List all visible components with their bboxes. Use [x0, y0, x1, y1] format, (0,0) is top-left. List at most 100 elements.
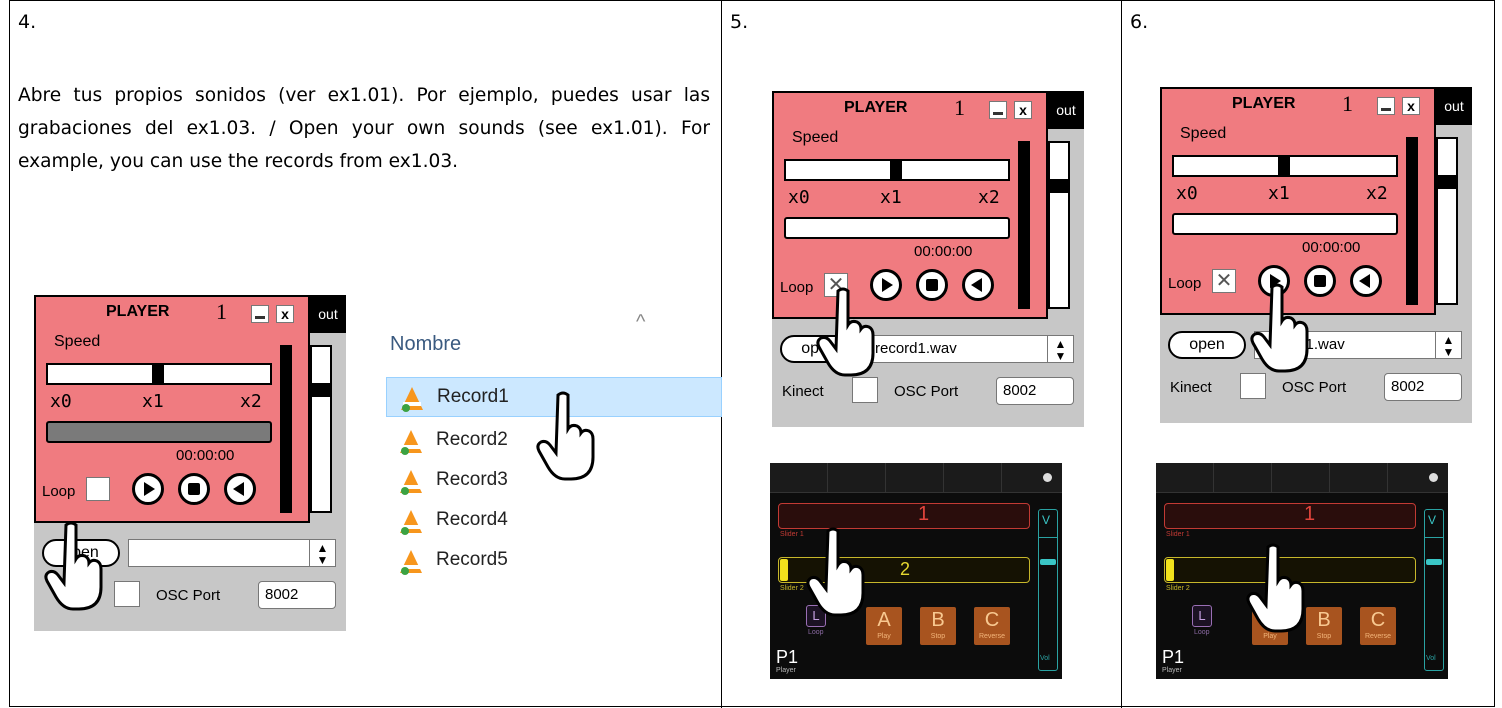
file-browser: ^ Nombre Record1 Record2 Record3 Record4… [386, 297, 722, 597]
vlc-cone-icon [401, 387, 423, 412]
slider-2-thumb[interactable] [1166, 559, 1174, 581]
minimize-button[interactable] [989, 101, 1007, 119]
reverse-button[interactable] [1350, 265, 1382, 297]
close-button[interactable]: x [1402, 97, 1420, 115]
file-selector[interactable]: ▲ ▼ [128, 539, 336, 567]
menu-dot-icon[interactable] [1429, 473, 1438, 482]
reverse-button[interactable] [224, 473, 256, 505]
speed-slider[interactable] [784, 159, 1010, 181]
reverse-pad[interactable]: C Reverse [1360, 607, 1396, 645]
minimize-button[interactable] [251, 305, 269, 323]
loop-label: Loop [1168, 275, 1202, 292]
volume-fader[interactable] [1038, 509, 1058, 671]
spinner-icon[interactable]: ▲ ▼ [1435, 332, 1461, 358]
osc-port-field[interactable]: 8002 [996, 377, 1074, 405]
volume-knob[interactable] [1438, 175, 1456, 189]
volume-fader[interactable] [1424, 509, 1444, 671]
speed-slider-thumb[interactable] [890, 159, 902, 181]
list-item[interactable]: Record5 [386, 541, 722, 581]
kinect-checkbox[interactable] [1240, 373, 1266, 399]
tab[interactable] [1214, 463, 1272, 493]
pad-letter: B [1317, 609, 1331, 631]
volume-knob[interactable] [312, 383, 330, 397]
level-meter [1406, 137, 1418, 305]
slider-2-label: Slider 2 [1166, 585, 1190, 592]
step-5-cell: 5. PLAYER 1 x Speed x0 x1 x2 00:00:00 Lo… [722, 1, 1122, 708]
file-name: Record2 [436, 429, 508, 450]
tab[interactable] [1156, 463, 1214, 493]
open-button[interactable]: open [1168, 331, 1246, 359]
menu-dot-icon[interactable] [1043, 473, 1052, 482]
loop-toggle[interactable]: L [1192, 605, 1212, 627]
step-4-cell: 4. Abre tus propios sonidos (ver ex1.01)… [10, 1, 722, 708]
play-icon [882, 278, 893, 292]
sort-caret-icon[interactable]: ^ [636, 311, 645, 334]
stop-pad[interactable]: B Stop [920, 607, 956, 645]
pad-letter: A [877, 609, 891, 631]
spinner-icon[interactable]: ▲ ▼ [1047, 336, 1073, 362]
level-meter [280, 345, 292, 513]
position-bar[interactable] [1172, 213, 1398, 235]
play-button[interactable] [132, 473, 164, 505]
osc-port-field[interactable]: 8002 [258, 581, 336, 609]
pointer-hand-icon [1250, 283, 1309, 373]
speed-min-label: x0 [788, 187, 810, 208]
volume-slider[interactable] [1436, 137, 1458, 305]
close-button[interactable]: x [1014, 101, 1032, 119]
volume-fader-knob[interactable] [1426, 559, 1442, 565]
tab[interactable] [944, 463, 1002, 493]
slider-1[interactable] [778, 503, 1030, 529]
stop-pad[interactable]: B Stop [1306, 607, 1342, 645]
kinect-checkbox[interactable] [852, 377, 878, 403]
loop-checkbox[interactable] [86, 477, 110, 501]
name-column-header[interactable]: Nombre [390, 333, 461, 356]
tab[interactable] [886, 463, 944, 493]
speed-slider-thumb[interactable] [1278, 155, 1290, 177]
player-number: 1 [954, 95, 965, 120]
tab[interactable] [1272, 463, 1330, 493]
speed-slider-thumb[interactable] [152, 363, 164, 385]
tab[interactable] [1330, 463, 1388, 493]
osc-port-field[interactable]: 8002 [1384, 373, 1462, 401]
page-title: P1 [776, 647, 799, 667]
pad-label: Stop [930, 633, 946, 640]
volume-divider [1424, 537, 1444, 538]
minimize-button[interactable] [1377, 97, 1395, 115]
stop-button[interactable] [916, 269, 948, 301]
position-bar[interactable] [46, 421, 272, 443]
stop-icon [926, 279, 938, 291]
kinect-label: Kinect [782, 383, 824, 400]
pad-letter: B [931, 609, 945, 631]
volume-fader-knob[interactable] [1040, 559, 1056, 565]
volume-slider[interactable] [1048, 141, 1070, 309]
play-pad[interactable]: A Play [866, 607, 902, 645]
speed-label: Speed [792, 129, 839, 146]
step-number: 4. [18, 11, 37, 33]
kinect-checkbox[interactable] [114, 581, 140, 607]
out-label: out [310, 295, 346, 333]
pad-letter: C [984, 609, 1000, 631]
volume-knob[interactable] [1050, 179, 1068, 193]
step-number: 5. [730, 11, 749, 33]
slider-1[interactable] [1164, 503, 1416, 529]
close-button[interactable]: x [276, 305, 294, 323]
file-selector[interactable]: record1.wav ▲▼ [866, 335, 1074, 363]
reverse-button[interactable] [962, 269, 994, 301]
speed-slider[interactable] [46, 363, 272, 385]
speed-label: Speed [1180, 125, 1227, 142]
list-item[interactable]: Record4 [386, 501, 722, 541]
osc-port-label: OSC Port [894, 383, 959, 400]
loop-checkbox[interactable]: ✕ [1212, 269, 1236, 293]
tab[interactable] [828, 463, 886, 493]
volume-divider [1038, 537, 1058, 538]
spinner-icon[interactable]: ▲ ▼ [309, 540, 335, 566]
slider-2-thumb[interactable] [780, 559, 788, 581]
stop-button[interactable] [178, 473, 210, 505]
speed-slider[interactable] [1172, 155, 1398, 177]
play-icon [144, 482, 155, 496]
player-panel: PLAYER 1 x Speed x0 x1 x2 00:00:00 Loop … [772, 91, 1070, 319]
tab[interactable] [770, 463, 828, 493]
volume-slider[interactable] [310, 345, 332, 513]
position-bar[interactable] [784, 217, 1010, 239]
reverse-pad[interactable]: C Reverse [974, 607, 1010, 645]
